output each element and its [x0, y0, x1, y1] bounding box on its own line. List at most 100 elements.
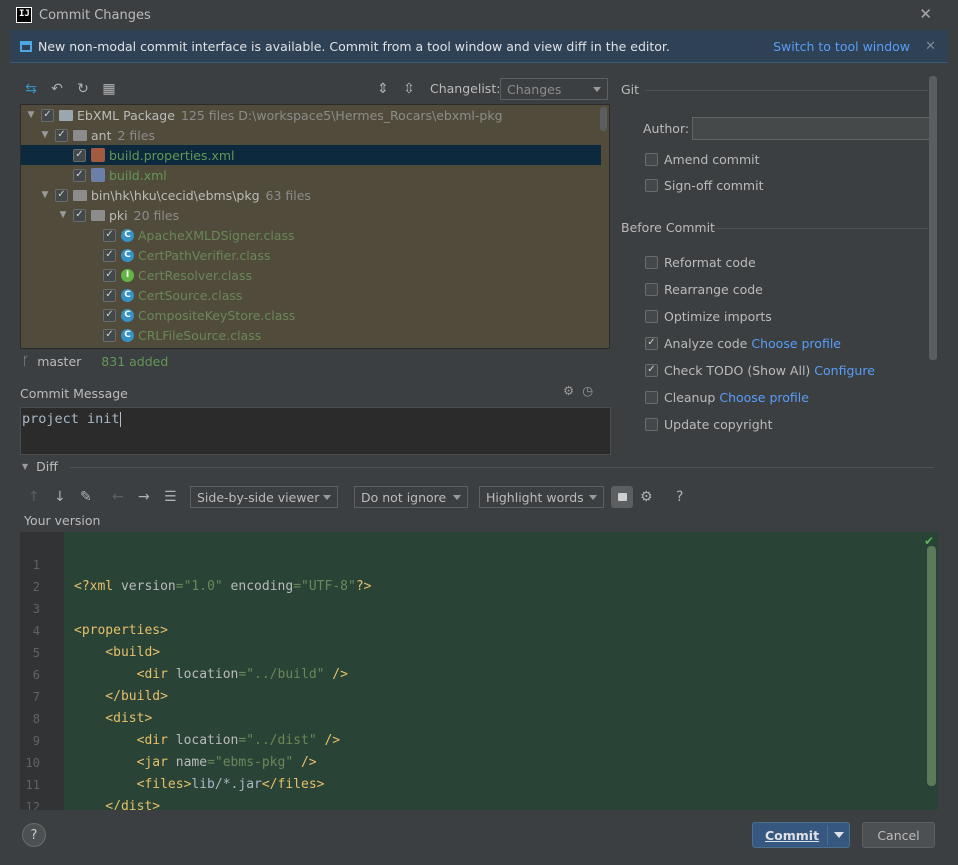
expand-arrow-icon[interactable]: ▼: [57, 210, 69, 220]
checkbox[interactable]: ✓: [73, 168, 86, 182]
tree-row[interactable]: ▼ ✓ pki 20 files: [21, 205, 601, 225]
expand-arrow-icon[interactable]: ▼: [39, 190, 51, 200]
back-icon[interactable]: ←: [112, 489, 124, 505]
tree-row[interactable]: ✓ C CRLFileSource.class: [21, 325, 601, 345]
list-icon[interactable]: ☰: [164, 489, 177, 505]
reformat-code-option[interactable]: Reformat code: [645, 253, 756, 271]
configure-link[interactable]: Configure: [814, 363, 875, 378]
diff-section-header[interactable]: ▼ Diff: [22, 459, 58, 474]
code-line: 9 <jar name="ebms-pkg" />: [20, 708, 920, 770]
highlight-select[interactable]: Highlight words: [479, 486, 604, 508]
rearrange-checkbox[interactable]: [645, 282, 658, 296]
tree-row[interactable]: ▼ ✓ ant 2 files: [21, 125, 601, 145]
diff-editor[interactable]: 1 <?xml version="1.0" encoding="UTF-8"?>…: [20, 532, 938, 810]
commit-message-input[interactable]: project init: [20, 407, 611, 455]
update-copyright-option[interactable]: Update copyright: [645, 415, 772, 433]
editor-scrollbar[interactable]: [927, 546, 936, 786]
next-difference-icon[interactable]: ↓: [54, 489, 66, 505]
options-scrollbar[interactable]: [929, 76, 937, 360]
checkbox[interactable]: ✓: [103, 228, 116, 242]
expand-arrow-icon[interactable]: ▼: [25, 110, 37, 120]
collapse-all-icon[interactable]: ⇳: [400, 80, 418, 98]
cleanup-option[interactable]: Cleanup Choose profile: [645, 388, 809, 406]
check-todo-checkbox[interactable]: ✓: [645, 363, 658, 377]
tree-label: ant: [91, 127, 112, 143]
tree-row[interactable]: ✓ C CertPathVerifier.class: [21, 245, 601, 265]
viewer-select[interactable]: Side-by-side viewer: [190, 486, 338, 508]
amend-commit-option[interactable]: Amend commit: [645, 150, 760, 168]
tree-scrollbar[interactable]: [600, 107, 607, 131]
option-label: Update copyright: [664, 416, 773, 432]
edit-source-icon[interactable]: ✎: [80, 489, 92, 505]
rollback-icon[interactable]: ↶: [48, 80, 66, 98]
settings-gear-icon[interactable]: ⚙: [640, 489, 653, 505]
history-icon[interactable]: ◷: [582, 383, 593, 398]
tree-label: CRLFileSource.class: [138, 327, 262, 343]
changelist-select[interactable]: Changes: [500, 78, 608, 100]
checkbox[interactable]: ✓: [55, 188, 68, 202]
analyze-checkbox[interactable]: ✓: [645, 336, 658, 350]
divider: [827, 825, 828, 845]
commit-options-dropdown-icon[interactable]: [834, 832, 844, 838]
tree-row[interactable]: ✓ I CertResolver.class: [21, 265, 601, 285]
checkbox[interactable]: ✓: [73, 148, 86, 162]
refresh-icon[interactable]: ↻: [74, 80, 92, 98]
tree-label: CompositeKeyStore.class: [138, 307, 296, 323]
tree-row[interactable]: ✓ C ApacheXMLDSigner.class: [21, 225, 601, 245]
optimize-imports-option[interactable]: Optimize imports: [645, 307, 772, 325]
checkbox[interactable]: ✓: [41, 108, 54, 122]
amend-checkbox[interactable]: [645, 152, 658, 166]
forward-icon[interactable]: →: [138, 489, 150, 505]
choose-profile-link[interactable]: Choose profile: [719, 390, 809, 405]
check-todo-option[interactable]: ✓ Check TODO (Show All) Configure: [645, 361, 875, 379]
checkbox[interactable]: ✓: [73, 208, 86, 222]
author-label: Author:: [643, 121, 690, 136]
help-text[interactable]: ?: [676, 489, 683, 505]
optimize-checkbox[interactable]: [645, 309, 658, 323]
rearrange-code-option[interactable]: Rearrange code: [645, 280, 763, 298]
class-icon: C: [121, 328, 134, 342]
previous-difference-icon[interactable]: ↑: [28, 489, 40, 505]
reformat-checkbox[interactable]: [645, 255, 658, 269]
close-icon[interactable]: ✕: [919, 5, 932, 23]
tree-row[interactable]: ▼ ✓ bin\hk\hku\cecid\ebms\pkg 63 files: [21, 185, 601, 205]
ignore-select[interactable]: Do not ignore: [354, 486, 468, 508]
copyright-checkbox[interactable]: [645, 417, 658, 431]
branch-icon: ᚴ: [22, 354, 30, 368]
signoff-commit-option[interactable]: Sign-off commit: [645, 176, 764, 194]
expand-all-icon[interactable]: ⇕: [374, 80, 392, 98]
show-diff-icon[interactable]: ⇆: [22, 80, 40, 98]
group-by-icon[interactable]: ▦: [100, 80, 118, 98]
signoff-checkbox[interactable]: [645, 178, 658, 192]
tree-row[interactable]: ▼ ✓ EbXML Package 125 files D:\workspace…: [21, 105, 601, 125]
tree-row[interactable]: ✓ C CompositeKeyStore.class: [21, 305, 601, 325]
commit-button[interactable]: Commit: [752, 822, 850, 848]
collapse-triangle-icon[interactable]: ▼: [22, 462, 28, 471]
checkbox[interactable]: ✓: [103, 248, 116, 262]
lock-icon[interactable]: [611, 486, 633, 508]
tree-row[interactable]: ✓ build.properties.xml: [21, 145, 601, 165]
branch-name[interactable]: master: [37, 354, 81, 369]
help-button[interactable]: ?: [22, 823, 46, 847]
checkbox[interactable]: ✓: [55, 128, 68, 142]
tree-label: CertPathVerifier.class: [138, 247, 271, 263]
tree-row[interactable]: ✓ C CertSource.class: [21, 285, 601, 305]
cancel-button[interactable]: Cancel: [862, 822, 935, 848]
changelist-label: Changelist:: [430, 81, 501, 96]
tree-label: CertResolver.class: [138, 267, 252, 283]
banner-close-icon[interactable]: ✕: [925, 39, 936, 54]
commit-message-text: project init: [22, 411, 120, 427]
checkbox[interactable]: ✓: [103, 268, 116, 282]
checkbox[interactable]: ✓: [103, 288, 116, 302]
switch-to-tool-window-link[interactable]: Switch to tool window: [773, 39, 910, 54]
chevron-down-icon: [593, 87, 601, 92]
expand-arrow-icon[interactable]: ▼: [39, 130, 51, 140]
tree-row[interactable]: ✓ build.xml: [21, 165, 601, 185]
cleanup-checkbox[interactable]: [645, 390, 658, 404]
choose-profile-link[interactable]: Choose profile: [751, 336, 841, 351]
analyze-code-option[interactable]: ✓ Analyze code Choose profile: [645, 334, 841, 352]
checkbox[interactable]: ✓: [103, 308, 116, 322]
author-input[interactable]: [692, 117, 932, 140]
checkbox[interactable]: ✓: [103, 328, 116, 342]
commit-template-icon[interactable]: ⚙: [563, 383, 574, 398]
